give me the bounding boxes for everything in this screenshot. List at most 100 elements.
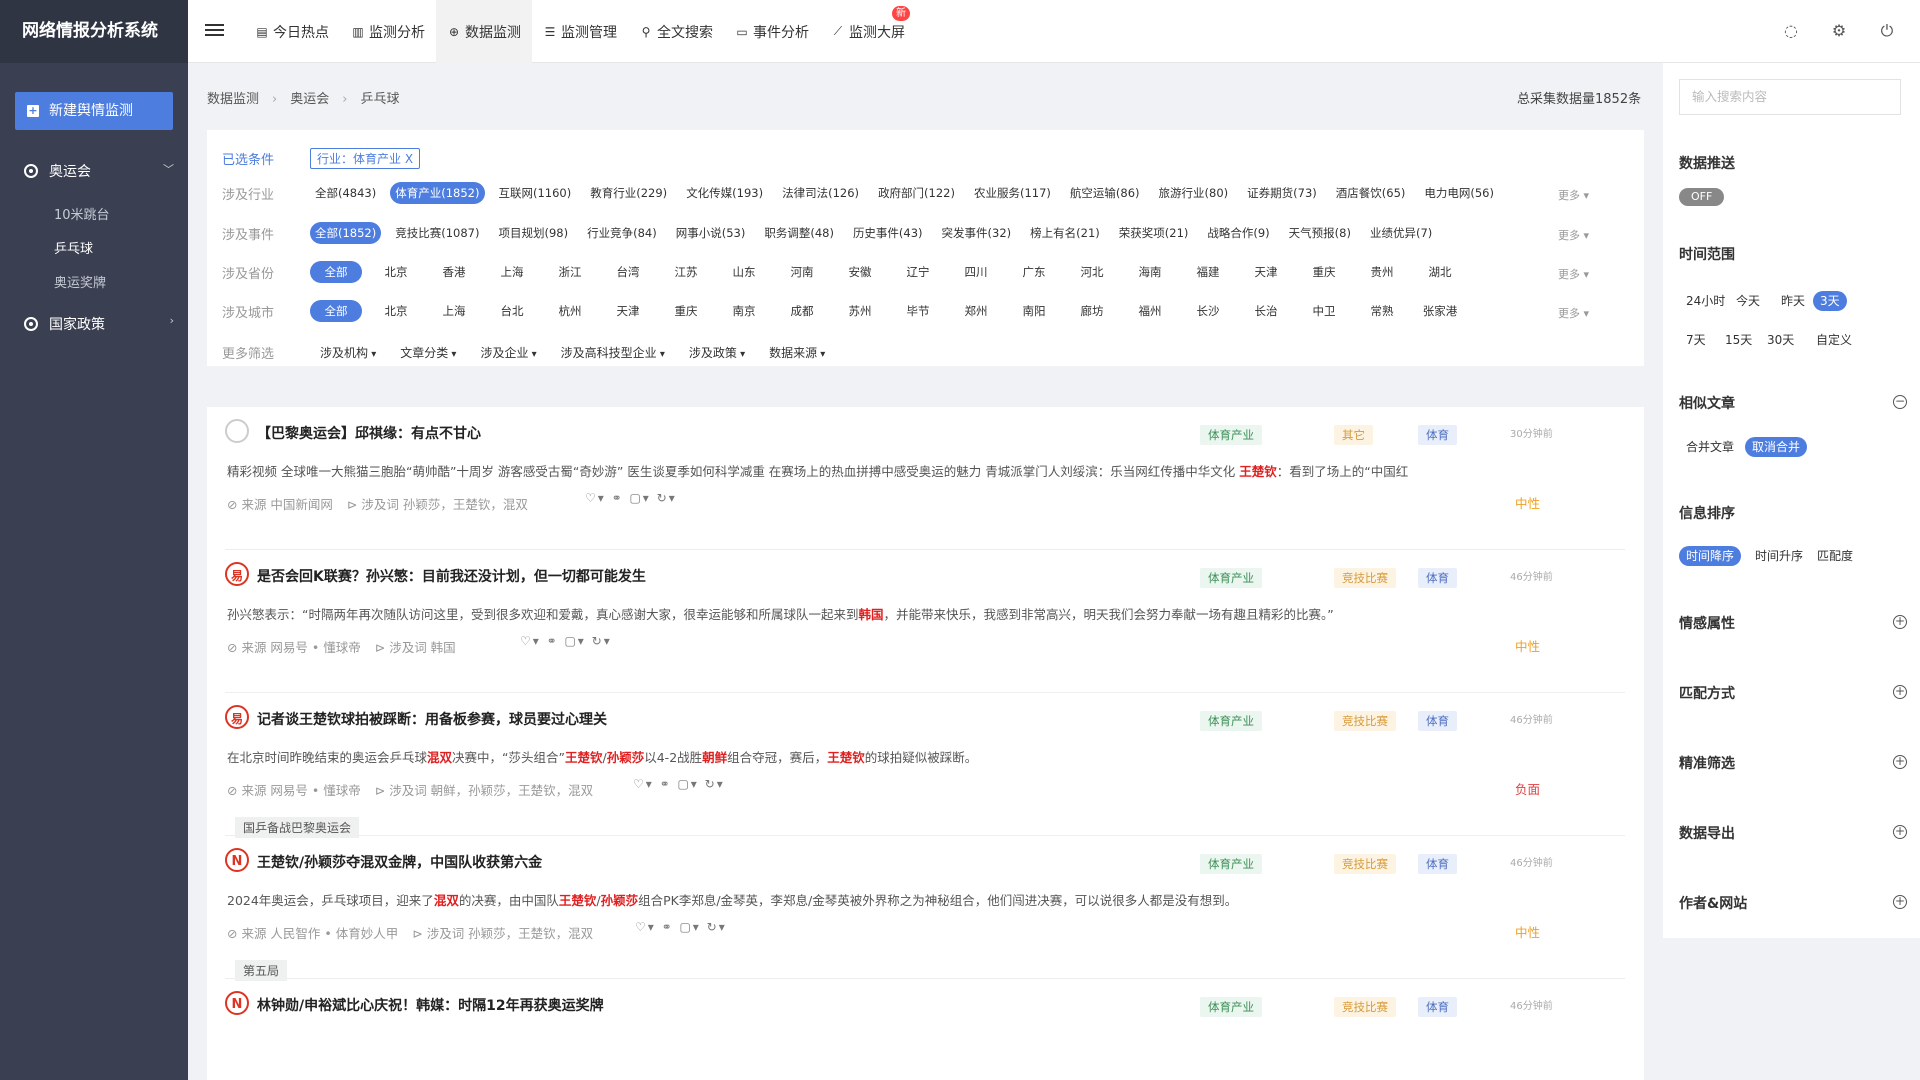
section-title[interactable]: 情感属性 bbox=[1679, 613, 1735, 633]
plus-circle-icon[interactable]: + bbox=[1893, 755, 1907, 769]
filter-chip[interactable]: 广东 bbox=[1010, 261, 1058, 283]
filter-dropdown[interactable]: 文章分类 bbox=[400, 344, 456, 361]
select-circle-icon[interactable] bbox=[225, 419, 249, 443]
filter-chip[interactable]: 江苏 bbox=[662, 261, 710, 283]
filter-chip[interactable]: 全部 bbox=[310, 261, 362, 283]
filter-chip[interactable]: 常熟 bbox=[1358, 300, 1406, 322]
plus-circle-icon[interactable]: + bbox=[1893, 895, 1907, 909]
filter-chip[interactable]: 贵州 bbox=[1358, 261, 1406, 283]
filter-chip[interactable]: 全部 bbox=[310, 300, 362, 322]
time-option[interactable]: 今天 bbox=[1729, 291, 1767, 311]
filter-chip[interactable]: 战略合作(9) bbox=[1202, 222, 1274, 244]
source-text[interactable]: ⊘ 来源 网易号 • 懂球帝 bbox=[227, 637, 361, 656]
section-title[interactable]: 精准筛选 bbox=[1679, 753, 1735, 773]
filter-chip[interactable]: 电力电网(56) bbox=[1419, 182, 1499, 204]
filter-chip[interactable]: 湖北 bbox=[1416, 261, 1464, 283]
filter-chip[interactable]: 全部(4843) bbox=[310, 182, 381, 204]
filter-chip[interactable]: 天气预报(8) bbox=[1284, 222, 1356, 244]
filter-chip[interactable]: 香港 bbox=[430, 261, 478, 283]
nav-tab[interactable]: ▥ 监测分析 bbox=[340, 0, 436, 63]
time-option[interactable]: 24小时 bbox=[1679, 291, 1732, 311]
similar-option[interactable]: 取消合并 bbox=[1745, 437, 1808, 457]
selected-tag[interactable]: 行业：体育产业 X bbox=[310, 147, 421, 169]
filter-chip[interactable]: 体育产业(1852) bbox=[390, 182, 485, 204]
filter-chip[interactable]: 安徽 bbox=[836, 261, 884, 283]
filter-chip[interactable]: 河北 bbox=[1068, 261, 1116, 283]
article-title[interactable]: 王楚钦/孙颖莎夺混双金牌，中国队收获第六金 bbox=[257, 852, 542, 872]
article-tag[interactable]: 国乒备战巴黎奥运会 bbox=[235, 817, 360, 838]
filter-chip[interactable]: 北京 bbox=[372, 261, 420, 283]
source-text[interactable]: ⊘ 来源 中国新闻网 bbox=[227, 494, 333, 513]
filter-dropdown[interactable]: 涉及政策 bbox=[689, 344, 745, 361]
filter-chip[interactable]: 农业服务(117) bbox=[969, 182, 1056, 204]
time-option[interactable]: 自定义 bbox=[1809, 330, 1859, 350]
filter-chip[interactable]: 航空运输(86) bbox=[1065, 182, 1145, 204]
search-input[interactable]: 输入搜索内容 bbox=[1679, 79, 1901, 115]
filter-chip[interactable]: 法律司法(126) bbox=[777, 182, 864, 204]
filter-chip[interactable]: 南阳 bbox=[1010, 300, 1058, 322]
time-option[interactable]: 3天 bbox=[1813, 291, 1847, 311]
filter-dropdown[interactable]: 数据来源 bbox=[769, 344, 825, 361]
filter-chip[interactable]: 重庆 bbox=[662, 300, 710, 322]
filter-chip[interactable]: 长沙 bbox=[1184, 300, 1232, 322]
filter-chip[interactable]: 重庆 bbox=[1300, 261, 1348, 283]
nav-tab[interactable]: ⊕ 数据监测 bbox=[436, 0, 532, 63]
filter-chip[interactable]: 职务调整(48) bbox=[759, 222, 839, 244]
article-title[interactable]: 【巴黎奥运会】邱祺缘：有点不甘心 bbox=[257, 423, 481, 443]
filter-chip[interactable]: 海南 bbox=[1126, 261, 1174, 283]
filter-chip[interactable]: 文化传媒(193) bbox=[681, 182, 768, 204]
filter-dropdown[interactable]: 涉及高科技型企业 bbox=[561, 344, 665, 361]
message-icon[interactable]: ◌ bbox=[1780, 20, 1802, 42]
filter-chip[interactable]: 项目规划(98) bbox=[494, 222, 574, 244]
sidebar-group-policy[interactable]: 国家政策 › bbox=[0, 314, 188, 334]
plus-circle-icon[interactable]: + bbox=[1893, 615, 1907, 629]
sidebar-item-table-tennis[interactable]: 乒乓球 bbox=[54, 238, 93, 257]
more-link[interactable]: 更多 ▾ bbox=[1558, 227, 1589, 243]
filter-chip[interactable]: 榜上有名(21) bbox=[1025, 222, 1105, 244]
nav-tab[interactable]: ⟋ 监测大屏 新 bbox=[820, 0, 916, 63]
sidebar-item-medals[interactable]: 奥运奖牌 bbox=[54, 272, 106, 291]
filter-chip[interactable]: 中卫 bbox=[1300, 300, 1348, 322]
plus-circle-icon[interactable]: + bbox=[1893, 685, 1907, 699]
section-title[interactable]: 作者&网站 bbox=[1679, 893, 1747, 913]
source-text[interactable]: ⊘ 来源 网易号 • 懂球帝 bbox=[227, 780, 361, 799]
filter-chip[interactable]: 上海 bbox=[430, 300, 478, 322]
sidebar-item-diving[interactable]: 10米跳台 bbox=[54, 204, 110, 223]
filter-chip[interactable]: 福州 bbox=[1126, 300, 1174, 322]
filter-chip[interactable]: 竞技比赛(1087) bbox=[390, 222, 484, 244]
filter-chip[interactable]: 上海 bbox=[488, 261, 536, 283]
filter-chip[interactable]: 南京 bbox=[720, 300, 768, 322]
time-option[interactable]: 昨天 bbox=[1774, 291, 1812, 311]
filter-chip[interactable]: 突发事件(32) bbox=[937, 222, 1017, 244]
breadcrumb-item[interactable]: 奥运会 bbox=[290, 92, 329, 107]
filter-chip[interactable]: 长治 bbox=[1242, 300, 1290, 322]
filter-chip[interactable]: 张家港 bbox=[1416, 300, 1464, 322]
filter-chip[interactable]: 酒店餐饮(65) bbox=[1331, 182, 1411, 204]
power-icon[interactable]: ⏻ bbox=[1876, 20, 1898, 42]
nav-tab[interactable]: ☰ 监测管理 bbox=[532, 0, 628, 63]
more-link[interactable]: 更多 ▾ bbox=[1558, 305, 1589, 321]
filter-chip[interactable]: 北京 bbox=[372, 300, 420, 322]
nav-tab[interactable]: ⚲ 全文搜索 bbox=[628, 0, 724, 63]
menu-toggle-icon[interactable] bbox=[205, 21, 224, 41]
article-title[interactable]: 是否会回K联赛？孙兴慜：目前我还没计划，但一切都可能发生 bbox=[257, 566, 646, 586]
section-title[interactable]: 数据导出 bbox=[1679, 823, 1735, 843]
new-monitor-button[interactable]: + 新建舆情监测 bbox=[15, 92, 173, 130]
filter-chip[interactable]: 互联网(1160) bbox=[494, 182, 577, 204]
section-title[interactable]: 匹配方式 bbox=[1679, 683, 1735, 703]
filter-chip[interactable]: 政府部门(122) bbox=[873, 182, 960, 204]
filter-chip[interactable]: 天津 bbox=[604, 300, 652, 322]
time-option[interactable]: 7天 bbox=[1679, 330, 1713, 350]
minus-circle-icon[interactable]: − bbox=[1893, 395, 1907, 409]
filter-chip[interactable]: 河南 bbox=[778, 261, 826, 283]
filter-chip[interactable]: 杭州 bbox=[546, 300, 594, 322]
filter-chip[interactable]: 浙江 bbox=[546, 261, 594, 283]
time-option[interactable]: 15天 bbox=[1718, 330, 1759, 350]
sidebar-group-olympics[interactable]: 奥运会 ﹀ bbox=[0, 161, 188, 181]
article-title[interactable]: 记者谈王楚钦球拍被踩断：用备板参赛，球员要过心理关 bbox=[257, 709, 607, 729]
filter-chip[interactable]: 毕节 bbox=[894, 300, 942, 322]
filter-chip[interactable]: 山东 bbox=[720, 261, 768, 283]
filter-chip[interactable]: 荣获奖项(21) bbox=[1114, 222, 1194, 244]
breadcrumb-item[interactable]: 数据监测 bbox=[207, 92, 259, 107]
article-title[interactable]: 林钟勋/申裕斌比心庆祝！韩媒：时隔12年再获奥运奖牌 bbox=[257, 995, 604, 1015]
